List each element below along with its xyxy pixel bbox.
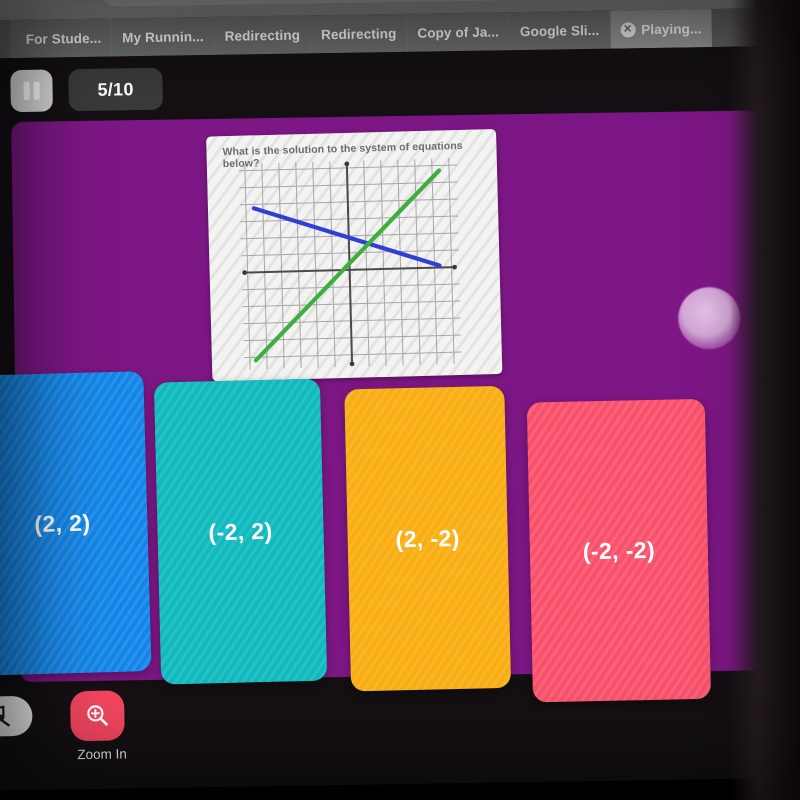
pause-icon [23,81,30,100]
answer-label: (-2, 2) [208,517,273,545]
tab-label: My Runnin... [122,28,204,45]
question-progress: 5/10 [68,67,163,112]
address-bar[interactable]: quizizz.com [98,0,800,7]
answer-label: (2, -2) [395,524,461,552]
zoom-in-button[interactable] [70,690,125,742]
answer-options: (2, 2) (-2, 2) (2, -2) (-2, -2) [0,110,772,703]
screenshot-root: quizizz.com For Stude... My Runnin... Re… [0,0,800,800]
close-icon[interactable]: ✕ [620,21,636,38]
tab-label: For Stude... [25,30,102,47]
pause-button[interactable] [10,69,53,113]
answer-label: (2, 2) [33,509,91,537]
answer-option-1[interactable]: (2, 2) [0,371,152,676]
tab-label: Redirecting [320,25,397,42]
quiz-header: 5/10 [10,67,163,113]
tab-redirecting-1[interactable]: Redirecting [214,15,312,55]
tab-my-running[interactable]: My Runnin... [111,16,215,57]
answer-option-2[interactable]: (-2, 2) [153,378,328,685]
quiz-board: What is the solution to the system of eq… [0,110,772,703]
tab-copy-of-ja[interactable]: Copy of Ja... [407,12,511,52]
music-toggle-button[interactable] [0,695,33,737]
tab-for-students[interactable]: For Stude... [9,18,113,59]
quiz-page: 5/10 What is the solution to the system … [0,45,800,791]
device-screen: quizizz.com For Stude... My Runnin... Re… [0,0,800,791]
bottom-toolbar: sic off Zoom In [0,665,800,790]
music-muted-icon [0,705,10,727]
tab-google-slides[interactable]: Google Sli... [509,10,611,51]
tab-playing[interactable]: ✕ Playing... [609,9,712,49]
tab-label: Playing... [641,20,702,37]
zoom-in-label: Zoom In [77,746,127,763]
tab-label: Google Sli... [519,22,600,39]
magnifier-plus-icon [87,705,108,726]
answer-option-4[interactable]: (-2, -2) [526,398,712,703]
tab-strip-spacer [0,20,11,59]
answer-option-3[interactable]: (2, -2) [344,385,512,692]
tab-label: Redirecting [224,27,301,44]
tab-redirecting-2[interactable]: Redirecting [310,13,408,54]
answer-label: (-2, -2) [582,536,656,564]
pause-icon [33,81,40,100]
tab-label: Copy of Ja... [417,23,500,41]
